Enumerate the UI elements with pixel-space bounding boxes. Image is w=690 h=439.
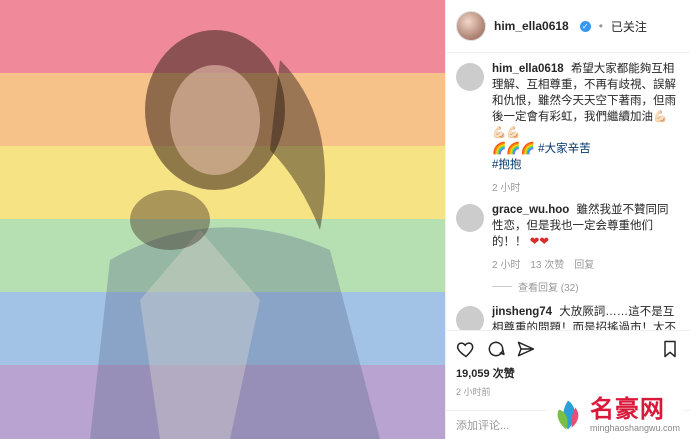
comment-username[interactable]: grace_wu.hoo xyxy=(492,204,569,216)
person-silhouette xyxy=(90,30,380,439)
likes-count[interactable]: 19,059 次赞 xyxy=(456,365,680,381)
avatar[interactable] xyxy=(456,11,486,41)
avatar[interactable] xyxy=(456,204,484,232)
share-icon[interactable] xyxy=(516,339,536,359)
avatar[interactable] xyxy=(456,63,484,91)
avatar[interactable] xyxy=(456,306,484,330)
view-replies-button[interactable]: 查看回复 (32) xyxy=(492,279,680,294)
hashtag-link[interactable]: #抱抱 xyxy=(492,159,521,171)
heart-icon[interactable] xyxy=(456,339,476,359)
comment-item: grace_wu.hoo 雖然我並不贊同同性恋，但是我也一定会尊重他们的！！ ❤… xyxy=(456,202,680,271)
comment-time: 2 小时 xyxy=(492,260,521,271)
post-header: him_ella0618 ✓ • 已关注 xyxy=(446,0,690,53)
divider xyxy=(492,286,512,287)
hashtag-link[interactable]: #大家辛苦 xyxy=(538,143,590,155)
verified-badge-icon: ✓ xyxy=(579,20,591,32)
comment-icon[interactable] xyxy=(486,339,506,359)
watermark: 名豪网 minghaoshangwu.com xyxy=(545,395,684,435)
watermark-logo-icon xyxy=(557,400,579,430)
caption: him_ella0618 希望大家都能夠互相理解、互相尊重，不再有歧視、誤解和仇… xyxy=(456,61,680,194)
instagram-post: him_ella0618 ✓ • 已关注 him_ella0618 希望大家都能… xyxy=(0,0,690,439)
caption-time: 2 小时 xyxy=(492,183,521,194)
follow-status-button[interactable]: 已关注 xyxy=(611,18,647,35)
comment-likes[interactable]: 13 次赞 xyxy=(530,256,564,271)
heart-emoji: ❤❤ xyxy=(529,236,549,248)
comment-username[interactable]: jinsheng74 xyxy=(492,306,552,318)
header-username[interactable]: him_ella0618 xyxy=(494,19,569,33)
comments-list[interactable]: him_ella0618 希望大家都能夠互相理解、互相尊重，不再有歧視、誤解和仇… xyxy=(446,53,690,330)
header-separator: • xyxy=(598,19,603,33)
bookmark-icon[interactable] xyxy=(660,339,680,359)
caption-username[interactable]: him_ella0618 xyxy=(492,63,564,75)
watermark-url: minghaoshangwu.com xyxy=(589,423,680,433)
watermark-title: 名豪网 xyxy=(589,396,665,423)
caption-emojis: 🌈🌈🌈 xyxy=(492,143,535,155)
post-photo[interactable] xyxy=(0,0,445,439)
comment-item: jinsheng74 大放厥詞……這不是互相尊重的問題！而是招搖過市！太不尊重他… xyxy=(456,304,680,330)
post-side-panel: him_ella0618 ✓ • 已关注 him_ella0618 希望大家都能… xyxy=(445,0,690,439)
reply-button[interactable]: 回复 xyxy=(574,256,594,271)
view-replies-label: 查看回复 (32) xyxy=(518,283,579,294)
